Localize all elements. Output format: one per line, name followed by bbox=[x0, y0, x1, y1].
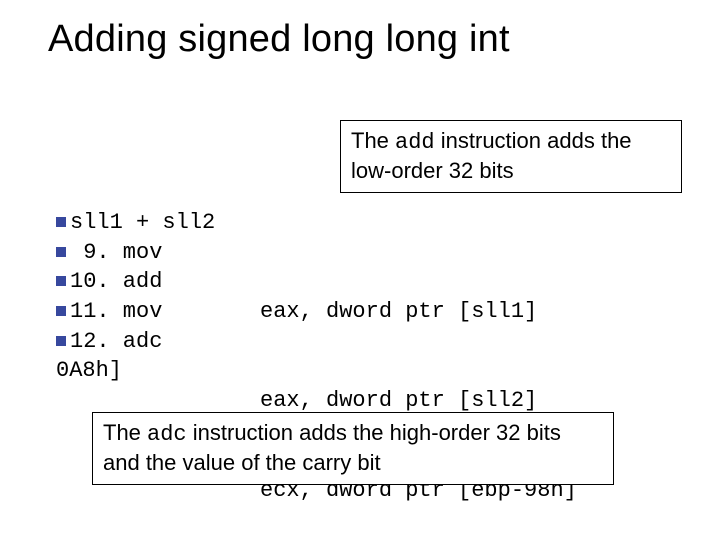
bullet-icon bbox=[56, 276, 66, 286]
code-text-0: sll1 + sll2 bbox=[70, 210, 215, 235]
bullet-icon bbox=[56, 336, 66, 346]
code-left: sll1 + sll2 9. mov 10. add 11. mov 12. a… bbox=[56, 208, 215, 386]
bullet-icon bbox=[56, 217, 66, 227]
asm-line-1: eax, dword ptr [sll1] bbox=[260, 297, 577, 327]
code-text-4: 12. adc bbox=[70, 329, 162, 354]
code-text-3: 11. mov bbox=[70, 299, 162, 324]
code-text-5: 0A8h] bbox=[56, 358, 122, 383]
code-text-1: 9. mov bbox=[70, 240, 162, 265]
bullet-icon bbox=[56, 247, 66, 257]
callout-top: The add instruction adds the low-order 3… bbox=[340, 120, 682, 193]
callout-bottom-pre: The bbox=[103, 420, 147, 445]
callout-top-pre: The bbox=[351, 128, 395, 153]
code-line-5: 0A8h] bbox=[56, 356, 215, 386]
code-line-0: sll1 + sll2 bbox=[56, 208, 215, 238]
code-line-4: 12. adc bbox=[56, 327, 215, 357]
code-line-3: 11. mov bbox=[56, 297, 215, 327]
code-line-1: 9. mov bbox=[56, 238, 215, 268]
callout-bottom-mono: adc bbox=[147, 422, 187, 447]
code-right: eax, dword ptr [sll1] eax, dword ptr [sl… bbox=[260, 238, 577, 540]
slide: Adding signed long long int The add inst… bbox=[0, 0, 720, 540]
code-line-2: 10. add bbox=[56, 267, 215, 297]
callout-top-mono: add bbox=[395, 130, 435, 155]
bullet-icon bbox=[56, 306, 66, 316]
page-title: Adding signed long long int bbox=[48, 18, 510, 61]
code-text-2: 10. add bbox=[70, 269, 162, 294]
callout-bottom: The adc instruction adds the high-order … bbox=[92, 412, 614, 485]
